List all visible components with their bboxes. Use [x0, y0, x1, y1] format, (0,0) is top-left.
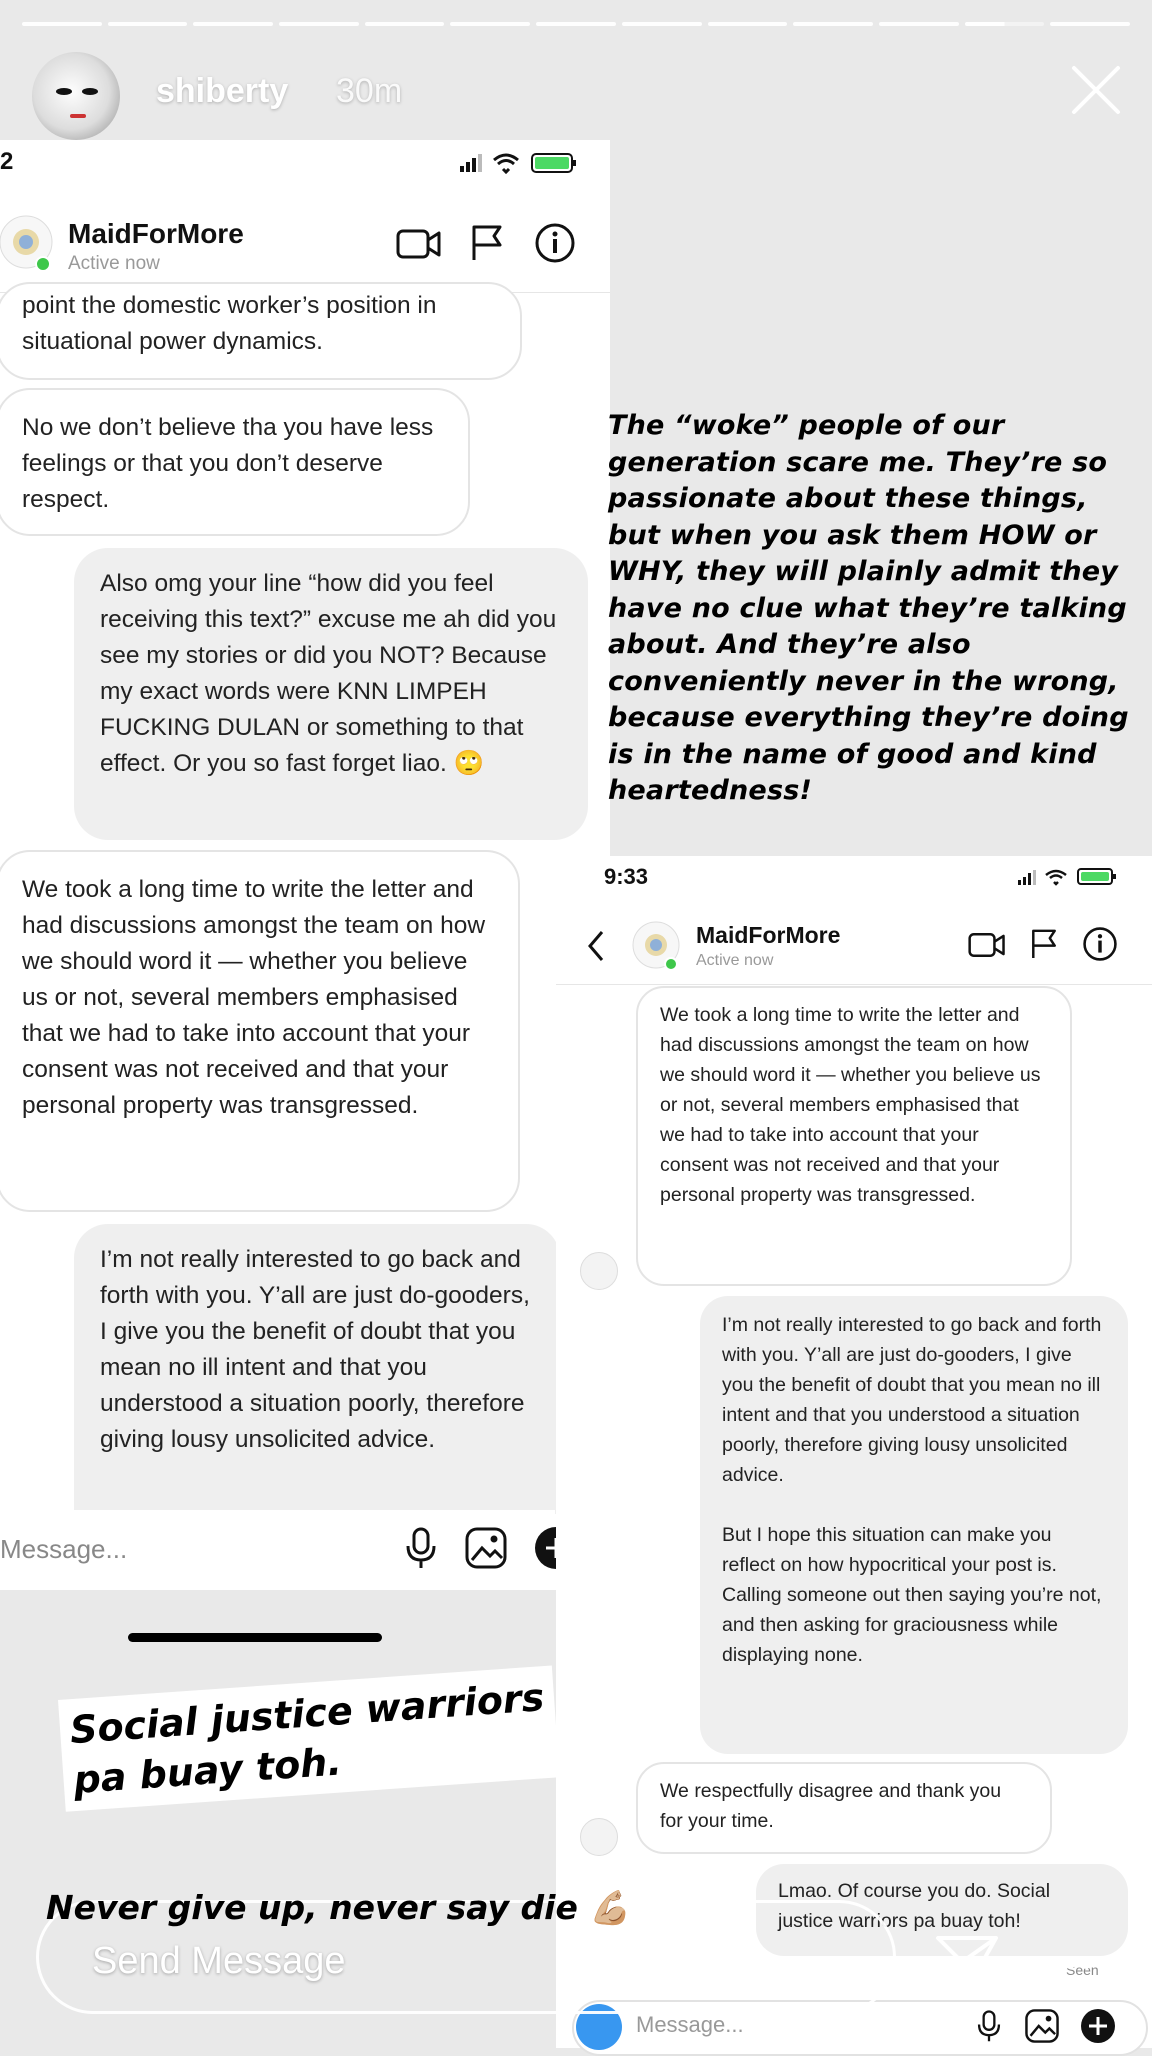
story-username[interactable]: shiberty	[156, 72, 288, 111]
story-progress-bar	[22, 22, 1130, 26]
story-progress-segment	[964, 22, 1045, 26]
info-icon[interactable]	[1082, 926, 1118, 962]
dm-avatar[interactable]	[632, 920, 682, 972]
close-icon[interactable]	[1070, 64, 1122, 116]
status-bar-time: 2	[0, 148, 14, 175]
story-progress-segment	[450, 22, 531, 26]
microphone-icon[interactable]	[976, 2008, 1002, 2044]
add-icon[interactable]	[532, 1526, 558, 1570]
story-caption-line: Never give up, never say die 💪🏼	[46, 1888, 631, 1927]
header-divider	[556, 984, 1152, 985]
message-bubble-incoming: No we don’t believe tha you have less fe…	[0, 388, 470, 536]
dm-active-status: Active now	[696, 952, 774, 969]
message-bubble-outgoing: I’m not really interested to go back and…	[74, 1224, 560, 1514]
story-progress-segment	[621, 22, 702, 26]
story-progress-segment	[878, 22, 959, 26]
story-progress-segment	[22, 22, 102, 26]
status-icons	[1018, 868, 1116, 886]
dm-contact-name[interactable]: MaidForMore	[696, 922, 840, 949]
story-progress-segment	[793, 22, 873, 26]
dm-avatar[interactable]	[0, 212, 56, 272]
status-bar-time: 9:33	[604, 864, 649, 889]
message-bubble-outgoing: Also omg your line “how did you feel rec…	[74, 548, 588, 840]
story-progress-segment	[193, 22, 274, 26]
gallery-icon[interactable]	[1024, 2008, 1060, 2044]
flag-icon[interactable]	[1030, 928, 1058, 960]
gallery-icon[interactable]	[464, 1526, 508, 1570]
flag-icon[interactable]	[470, 224, 504, 262]
info-icon[interactable]	[534, 222, 576, 264]
message-input[interactable]: Message...	[0, 1534, 127, 1565]
home-indicator	[128, 1633, 382, 1642]
avatar[interactable]	[32, 52, 120, 140]
story-progress-segment	[707, 22, 788, 26]
sender-avatar-small	[580, 1252, 618, 1290]
status-icons	[460, 153, 576, 175]
message-bubble-incoming: We took a long time to write the letter …	[636, 986, 1072, 1286]
send-message-placeholder[interactable]: Send Message	[92, 1940, 346, 1983]
story-progress-segment	[1050, 22, 1130, 26]
video-call-icon[interactable]	[968, 930, 1006, 960]
dm-contact-name[interactable]: MaidForMore	[68, 218, 244, 250]
sender-avatar-small	[580, 1818, 618, 1856]
story-progress-segment	[536, 22, 616, 26]
message-bubble-incoming: point the domestic worker’s position in …	[0, 282, 522, 380]
message-input[interactable]: Message...	[636, 2012, 744, 2038]
story-progress-segment	[279, 22, 359, 26]
story-progress-segment	[107, 22, 188, 26]
story-caption-sticker: Social justice warriors pa buay toh.	[58, 1665, 560, 1812]
back-arrow-icon[interactable]	[584, 928, 608, 964]
message-bubble-incoming: We respectfully disagree and thank you f…	[636, 1762, 1052, 1854]
story-caption-text: The “woke” people of our generation scar…	[608, 410, 1129, 806]
message-bubble-incoming: We took a long time to write the letter …	[0, 850, 520, 1212]
video-call-icon[interactable]	[396, 226, 442, 262]
microphone-icon[interactable]	[404, 1526, 438, 1570]
direct-send-icon[interactable]	[934, 1932, 1000, 1992]
story-timestamp: 30m	[336, 72, 403, 110]
message-bubble-outgoing: I’m not really interested to go back and…	[700, 1296, 1128, 1754]
dm-active-status: Active now	[68, 253, 160, 274]
more-options-icon[interactable]	[1048, 1958, 1092, 1970]
add-icon[interactable]	[1080, 2008, 1116, 2044]
story-progress-segment	[364, 22, 445, 26]
